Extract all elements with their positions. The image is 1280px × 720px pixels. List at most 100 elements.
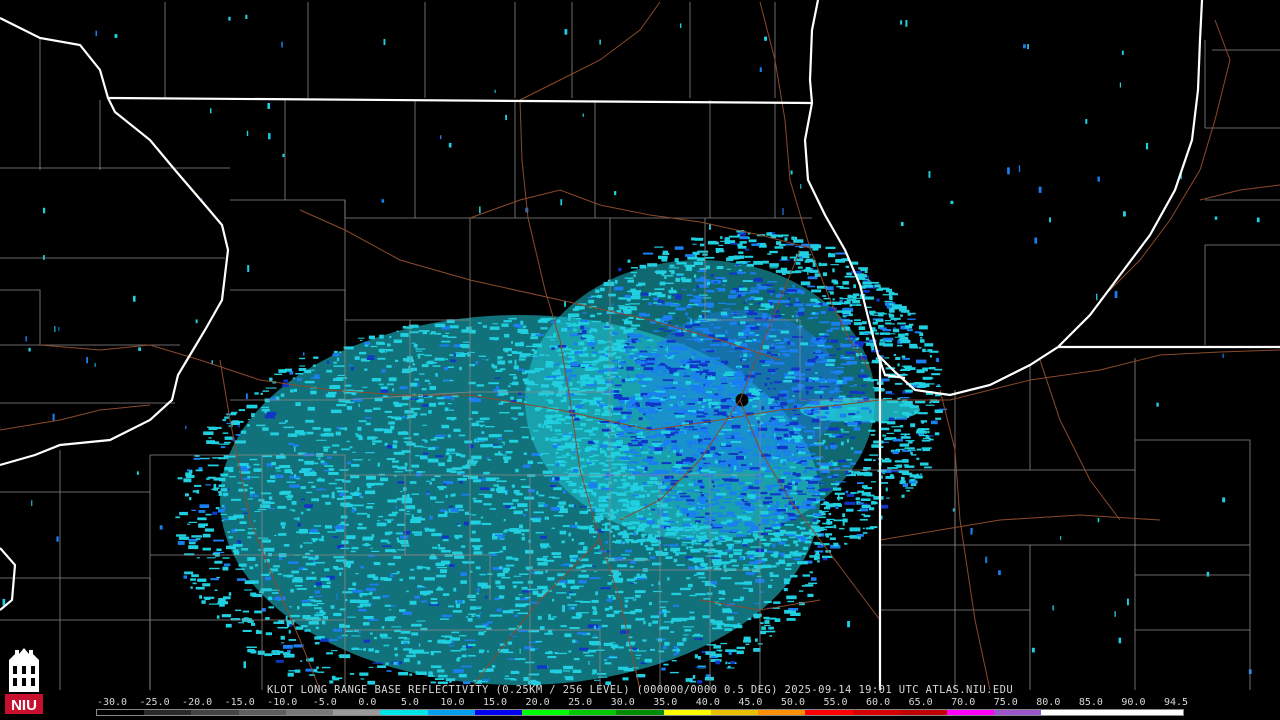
echo-pixel [666,436,671,439]
echo-pixel [340,515,348,519]
echo-pixel [451,398,455,401]
echo-pixel [251,413,255,418]
echo-pixel [594,375,603,378]
echo-pixel [283,644,293,649]
echo-pixel [603,659,608,661]
echo-pixel [815,551,819,555]
echo-pixel [409,600,417,605]
echo-pixel [596,294,603,298]
echo-pixel [884,320,891,322]
echo-pixel [441,535,449,539]
echo-pixel [257,549,265,551]
echo-pixel [188,541,196,545]
echo-pixel [359,672,369,676]
echo-pixel [649,417,654,420]
echo-pixel [692,455,699,457]
echo-pixel [684,426,695,428]
echo-pixel [644,336,650,339]
echo-pixel [304,470,315,472]
echo-pixel [520,341,524,345]
echo-pixel [365,587,376,592]
echo-pixel [788,513,796,517]
echo-pixel [386,365,392,368]
echo-pixel [850,492,857,494]
echo-pixel [797,266,803,269]
echo-pixel [277,597,280,602]
echo-pixel [727,393,737,397]
echo-pixel [445,452,450,456]
echo-pixel [502,546,506,551]
echo-pixel [385,549,396,553]
echo-pixel [625,352,630,354]
echo-pixel [326,581,331,584]
echo-pixel [473,546,481,551]
echo-pixel [781,494,784,498]
echo-pixel [929,367,936,370]
echo-pixel [585,419,593,421]
echo-pixel [485,627,492,630]
echo-pixel [497,389,508,392]
echo-pixel [645,346,651,349]
echo-pixel [373,407,381,410]
echo-pixel [195,469,203,472]
echo-pixel [471,455,482,460]
echo-pixel [588,475,593,478]
echo-pixel [847,407,857,410]
echo-pixel [738,269,742,272]
echo-pixel [330,650,338,652]
echo-pixel [366,483,375,486]
echo-pixel [509,439,519,443]
echo-pixel [829,390,834,394]
echo-pixel [454,555,465,559]
echo-pixel [393,556,401,559]
echo-pixel [402,611,412,615]
echo-pixel [242,610,250,613]
echo-pixel [271,461,276,466]
echo-pixel [387,343,391,347]
echo-pixel [283,544,290,547]
echo-pixel [442,593,450,596]
echo-pixel [716,266,724,270]
echo-pixel [418,586,425,588]
echo-pixel [861,384,867,387]
echo-pixel [283,426,295,429]
echo-pixel [756,575,762,578]
echo-pixel [682,626,694,628]
echo-pixel [879,342,886,346]
echo-pixel [665,434,673,436]
echo-pixel [583,374,590,378]
echo-pixel [275,660,284,663]
echo-pixel [755,638,758,642]
echo-pixel [298,431,306,436]
echo-pixel [476,384,484,387]
echo-pixel [453,587,457,592]
echo-pixel [355,573,359,575]
echo-pixel [631,348,638,352]
echo-pixel [800,521,804,524]
echo-pixel [384,410,392,413]
echo-pixel [783,471,791,475]
echo-pixel [889,309,895,313]
echo-pixel [278,620,285,624]
echo-pixel [405,508,416,510]
echo-pixel [578,612,589,614]
echo-pixel [309,532,320,534]
echo-pixel [333,365,345,367]
echo-pixel [863,290,870,293]
echo-pixel [265,387,277,389]
echo-pixel [441,635,452,637]
echo-pixel [675,543,679,547]
echo-pixel [862,532,868,534]
echo-pixel [466,616,469,618]
echo-pixel [703,338,714,341]
echo-pixel [518,392,522,395]
echo-pixel [785,305,789,307]
echo-pixel [649,476,658,481]
echo-pixel [542,423,548,426]
echo-pixel [568,484,577,487]
echo-pixel [629,303,640,305]
echo-pixel [295,478,301,480]
echo-pixel [430,601,438,605]
echo-pixel [886,306,892,309]
echo-pixel [279,465,291,469]
